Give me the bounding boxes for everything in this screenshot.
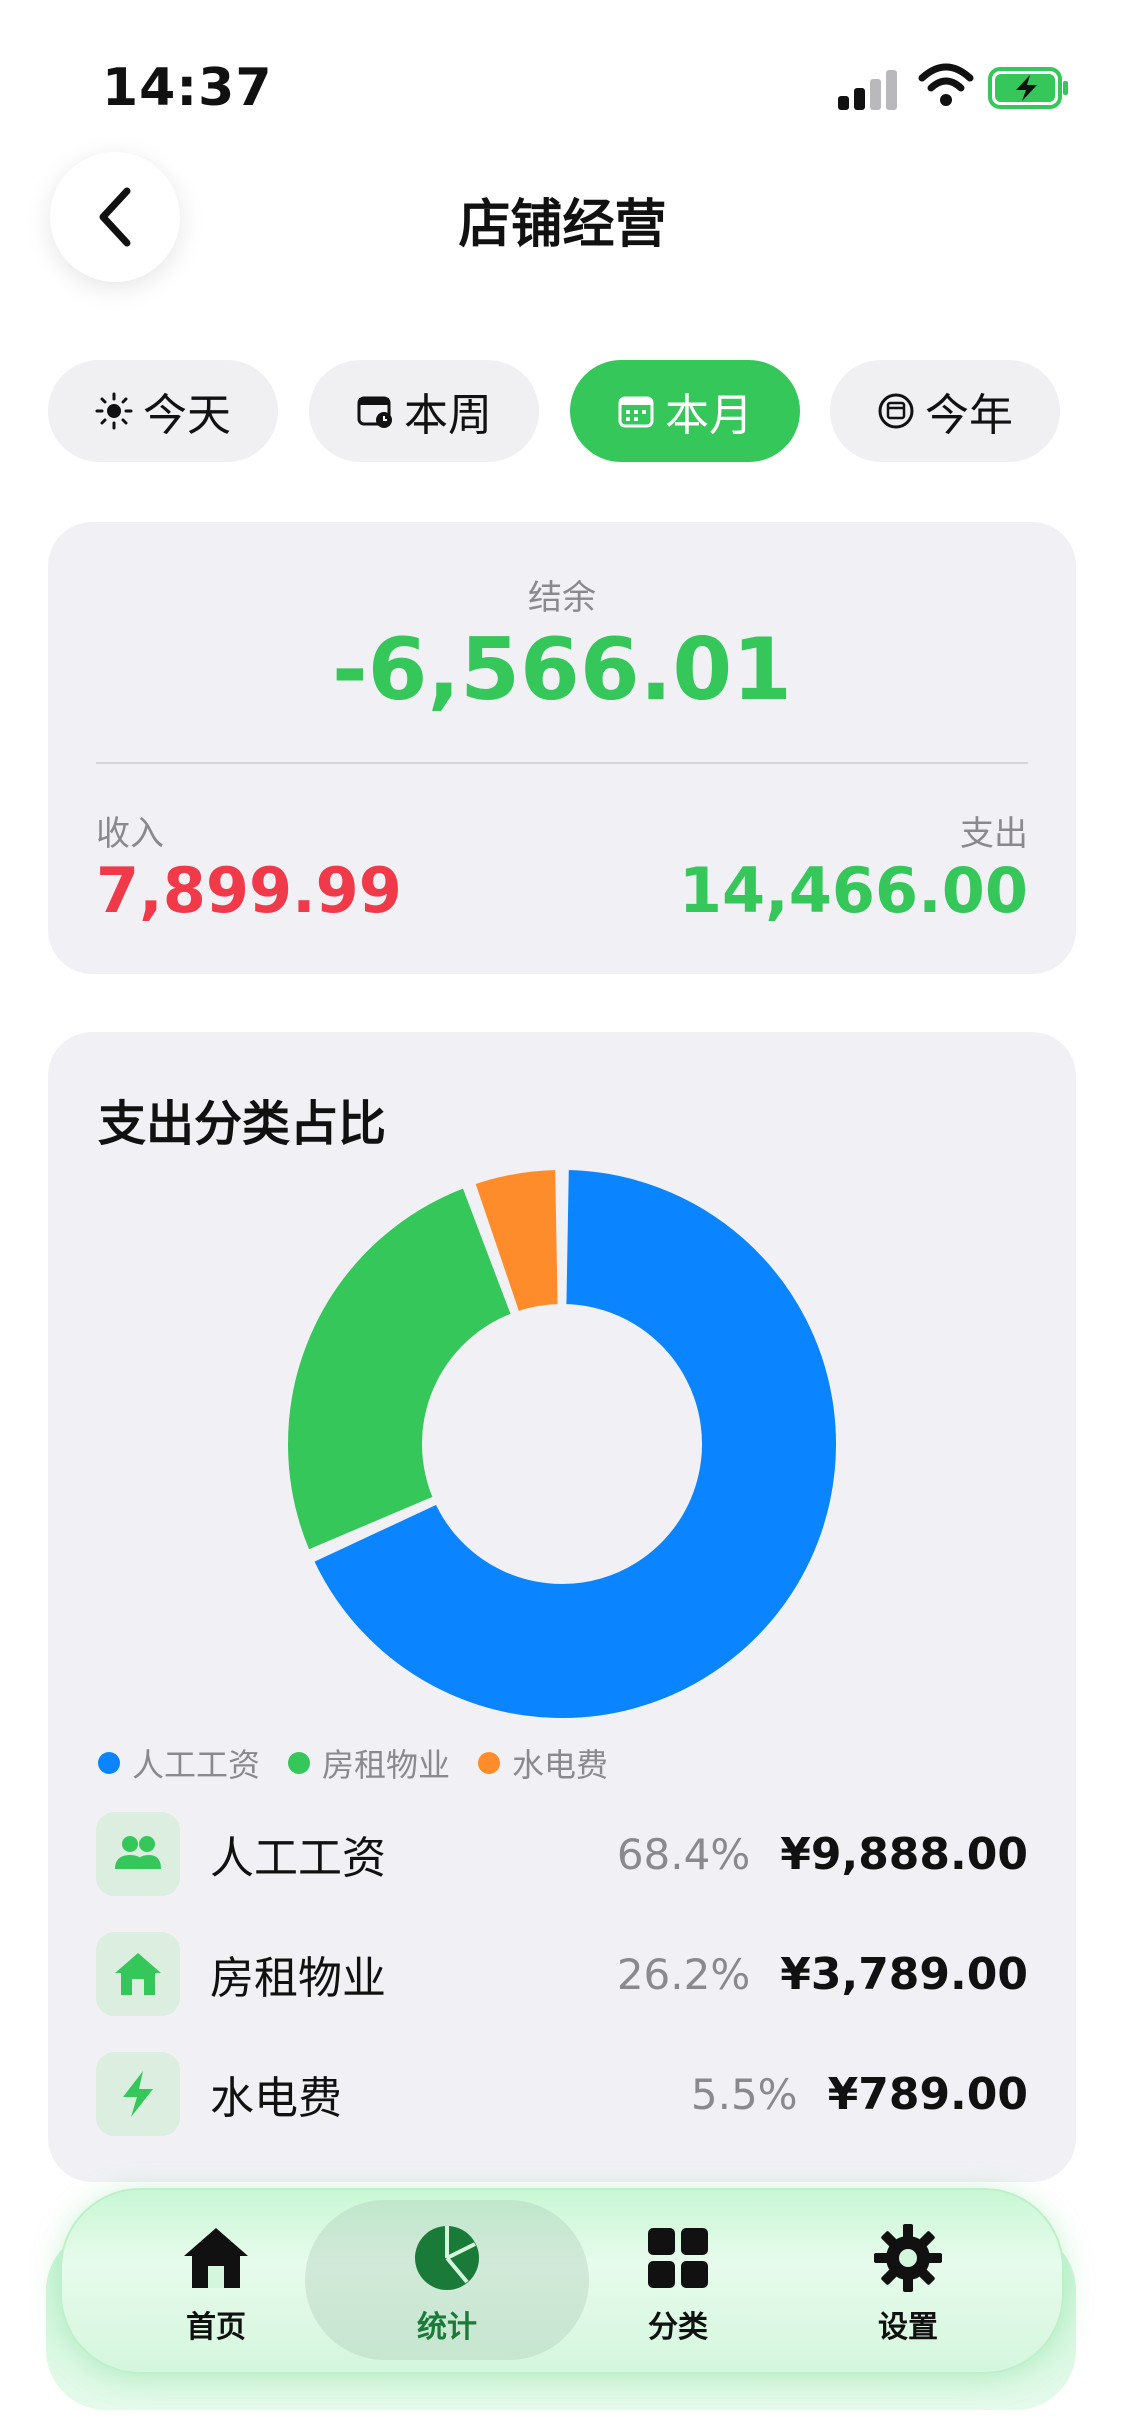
expense-label: 支出 — [960, 814, 1028, 854]
category-amount: ¥3,789.00 — [780, 1948, 1028, 2000]
income-value: 7,899.99 — [96, 854, 402, 927]
chart-title: 支出分类占比 — [98, 1096, 387, 1152]
tabbar-label: 首页 — [186, 2310, 246, 2345]
cellular-signal-icon — [838, 68, 900, 110]
category-percent: 26.2% — [616, 1949, 751, 1999]
donut-chart — [284, 1166, 840, 1722]
category-name: 水电费 — [210, 2073, 342, 2124]
tabbar-label: 分类 — [648, 2310, 708, 2345]
legend-label: 水电费 — [512, 1746, 609, 1784]
wifi-icon — [918, 63, 974, 106]
home-icon — [184, 2228, 248, 2288]
expense-chart-card: 支出分类占比 人工工资 房租物业 水电费 人工工资 68.4% ¥9,888.0… — [48, 1032, 1076, 2182]
tabbar-settings[interactable]: 设置 — [818, 2222, 998, 2352]
tab-label: 今天 — [143, 390, 231, 441]
income-label: 收入 — [96, 814, 164, 854]
tab-label: 今年 — [925, 390, 1013, 441]
legend-item: 水电费 — [478, 1740, 608, 1786]
chart-legend: 人工工资 房租物业 水电费 — [98, 1740, 608, 1786]
category-name: 人工工资 — [210, 1833, 386, 1884]
people-icon — [115, 1836, 161, 1869]
legend-label: 人工工资 — [132, 1746, 261, 1784]
row-icon-bg — [96, 1812, 180, 1896]
calendar-icon — [618, 396, 654, 428]
tab-this-month[interactable]: 本月 — [570, 360, 800, 462]
category-amount: ¥9,888.00 — [780, 1828, 1028, 1880]
tabbar-categories[interactable]: 分类 — [588, 2222, 768, 2352]
tab-this-year[interactable]: 今年 — [830, 360, 1060, 462]
list-item[interactable]: 人工工资 68.4% ¥9,888.00 — [96, 1812, 1028, 1896]
legend-label: 房租物业 — [322, 1746, 451, 1784]
grid-icon — [648, 2228, 708, 2288]
row-icon-bg — [96, 2052, 180, 2136]
battery-charging-icon — [988, 67, 1068, 109]
calendar-clock-icon — [357, 396, 392, 428]
row-icon-bg — [96, 1932, 180, 2016]
legend-item: 人工工资 — [98, 1740, 260, 1786]
category-percent: 5.5% — [690, 2069, 798, 2119]
page-title: 店铺经营 — [458, 195, 667, 255]
donut-slice-2 — [284, 1183, 516, 1554]
category-amount: ¥789.00 — [827, 2068, 1028, 2120]
divider — [96, 762, 1028, 764]
expense-value: 14,466.00 — [678, 854, 1028, 927]
tabbar-label: 设置 — [878, 2310, 938, 2345]
legend-dot — [98, 1752, 120, 1774]
legend-dot — [288, 1752, 311, 1774]
list-item[interactable]: 水电费 5.5% ¥789.00 — [96, 2052, 1028, 2136]
tab-this-week[interactable]: 本周 — [309, 360, 539, 462]
category-name: 房租物业 — [210, 1953, 386, 2004]
tab-label: 本月 — [665, 390, 753, 441]
balance-value: -6,566.01 — [331, 620, 793, 720]
tab-today[interactable]: 今天 — [48, 360, 278, 462]
category-percent: 68.4% — [616, 1829, 751, 1879]
pie-chart-icon — [415, 2226, 479, 2290]
house-icon — [115, 1953, 161, 1995]
summary-card: 结余 -6,566.01 收入 7,899.99 支出 14,466.00 — [48, 522, 1076, 974]
list-item[interactable]: 房租物业 26.2% ¥3,789.00 — [96, 1932, 1028, 2016]
tab-label: 本周 — [404, 390, 492, 441]
gear-icon — [874, 2224, 942, 2292]
tabbar-home[interactable]: 首页 — [126, 2222, 306, 2352]
balance-label: 结余 — [528, 578, 596, 618]
calendar-circle-icon — [878, 393, 914, 429]
tabbar-label: 统计 — [417, 2310, 477, 2345]
status-time: 14:37 — [102, 58, 273, 118]
sun-icon — [95, 392, 133, 430]
tabbar-stats[interactable]: 统计 — [357, 2222, 537, 2352]
lightning-icon — [123, 2071, 153, 2117]
legend-dot — [478, 1752, 501, 1774]
legend-item: 房租物业 — [288, 1740, 450, 1786]
